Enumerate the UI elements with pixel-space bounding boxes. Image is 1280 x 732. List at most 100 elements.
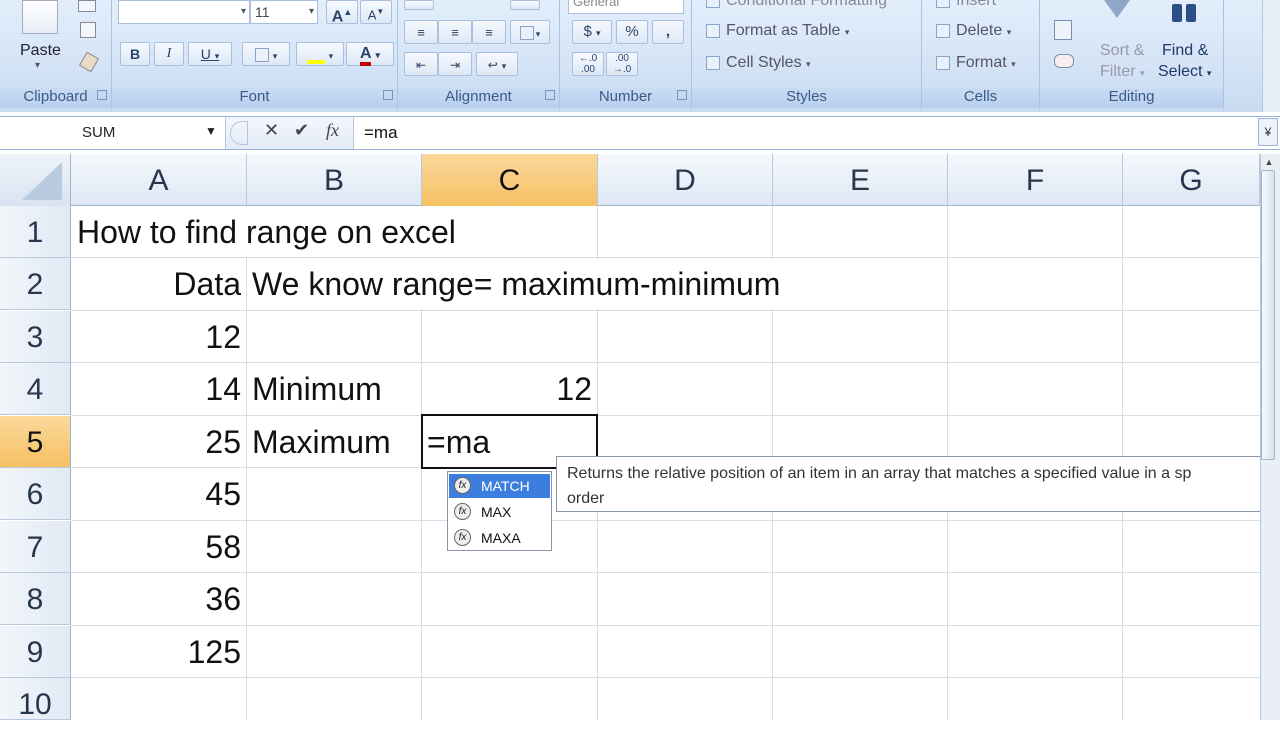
align-left-button[interactable]: ≡: [404, 20, 438, 44]
cell-b4[interactable]: Minimum: [252, 363, 382, 415]
merge-icon: [519, 26, 534, 41]
wrap-text-button[interactable]: ↩ ▾: [476, 52, 518, 76]
cancel-icon[interactable]: ✕: [264, 120, 279, 141]
grow-font-button[interactable]: A▲: [326, 0, 358, 25]
cell-c4[interactable]: 12: [422, 363, 592, 415]
cell-a4[interactable]: 14: [71, 363, 241, 415]
autocomplete-item-max[interactable]: fx MAX: [449, 500, 550, 524]
cell-a9[interactable]: 125: [71, 626, 241, 678]
autocomplete-label: MAX: [481, 504, 512, 520]
table-icon: [706, 23, 720, 38]
align-top-button[interactable]: [404, 0, 434, 10]
column-header-a[interactable]: A: [71, 154, 247, 206]
alignment-launcher-icon[interactable]: [545, 90, 555, 100]
paste-icon[interactable]: [22, 0, 58, 34]
find-select-button-line2[interactable]: Select ▾: [1158, 63, 1211, 81]
decrease-decimal-button[interactable]: .00 →.0: [606, 52, 638, 76]
copy-icon[interactable]: [80, 22, 96, 38]
italic-button[interactable]: I: [154, 42, 184, 66]
format-as-table-button[interactable]: Format as Table ▾: [706, 22, 849, 40]
column-header-b[interactable]: B: [247, 154, 422, 206]
formula-input[interactable]: =ma: [364, 123, 398, 143]
find-select-button[interactable]: Find &: [1162, 42, 1208, 60]
column-header-f[interactable]: F: [948, 154, 1123, 206]
borders-icon: [254, 48, 269, 63]
cell-a3[interactable]: 12: [71, 311, 241, 363]
row-header-2[interactable]: 2: [0, 258, 71, 310]
row-header-3[interactable]: 3: [0, 311, 71, 363]
fill-color-button[interactable]: ▾: [296, 42, 344, 66]
align-right-button[interactable]: ≡: [472, 20, 506, 44]
gridline: [71, 310, 1260, 311]
cell-b5[interactable]: Maximum: [252, 416, 391, 468]
delete-button[interactable]: Delete ▾: [936, 22, 1011, 40]
cell-styles-button[interactable]: Cell Styles ▾: [706, 54, 811, 72]
column-header-g[interactable]: G: [1123, 154, 1260, 206]
borders-button[interactable]: ▾: [242, 42, 290, 66]
number-format-combo[interactable]: General: [568, 0, 684, 14]
insert-button[interactable]: Insert: [936, 0, 996, 10]
number-launcher-icon[interactable]: [677, 90, 687, 100]
function-tooltip: Returns the relative position of an item…: [556, 456, 1280, 512]
scroll-up-icon[interactable]: ▲: [1262, 157, 1276, 169]
cell-a5[interactable]: 25: [71, 416, 241, 468]
column-header-d[interactable]: D: [598, 154, 773, 206]
expand-formula-bar-icon[interactable]: ¥: [1258, 118, 1278, 146]
row-header-5[interactable]: 5: [0, 416, 71, 468]
font-launcher-icon[interactable]: [383, 90, 393, 100]
merge-center-button[interactable]: ▾: [510, 20, 550, 44]
shrink-font-button[interactable]: A▼: [360, 0, 392, 24]
currency-button[interactable]: $ ▾: [572, 20, 612, 44]
autocomplete-item-maxa[interactable]: fx MAXA: [449, 526, 550, 550]
font-name-combo[interactable]: ▾: [118, 0, 250, 24]
row-header-1[interactable]: 1: [0, 206, 71, 258]
cell-a8[interactable]: 36: [71, 573, 241, 625]
sort-filter-button[interactable]: Sort &: [1100, 42, 1144, 60]
formula-bar-handle[interactable]: [230, 121, 248, 145]
percent-button[interactable]: %: [616, 20, 648, 44]
align-center-icon: ≡: [451, 25, 459, 40]
comma-button[interactable]: ,: [652, 20, 684, 44]
enter-icon[interactable]: ✔: [294, 120, 309, 141]
cell-a1[interactable]: How to find range on excel: [77, 206, 456, 258]
font-size-combo[interactable]: 11 ▾: [250, 0, 318, 24]
chevron-down-icon[interactable]: ▼: [205, 124, 217, 138]
insert-function-icon[interactable]: fx: [326, 120, 339, 141]
clipboard-launcher-icon[interactable]: [97, 90, 107, 100]
column-header-e[interactable]: E: [773, 154, 948, 206]
paste-button[interactable]: Paste: [20, 42, 61, 60]
orientation-button[interactable]: [510, 0, 540, 10]
ribbon-scroll[interactable]: [1262, 0, 1280, 112]
clear-eraser-icon[interactable]: [1054, 54, 1074, 68]
row-header-4[interactable]: 4: [0, 363, 71, 415]
bold-button[interactable]: B: [120, 42, 150, 66]
font-color-button[interactable]: A ▾: [346, 42, 394, 66]
cell-c5-editor[interactable]: =ma: [427, 416, 490, 468]
cut-icon[interactable]: [78, 0, 96, 12]
cell-b2[interactable]: We know range= maximum-minimum: [252, 258, 780, 310]
row-header-6[interactable]: 6: [0, 468, 71, 520]
conditional-formatting-button[interactable]: Conditional Formatting: [706, 0, 887, 10]
row-header-8[interactable]: 8: [0, 573, 71, 625]
column-header-c[interactable]: C: [422, 154, 598, 206]
scrollbar-thumb[interactable]: [1261, 170, 1275, 460]
sort-filter-button-line2[interactable]: Filter ▾: [1100, 63, 1145, 81]
format-button[interactable]: Format ▾: [936, 54, 1016, 72]
increase-indent-button[interactable]: ⇥: [438, 52, 472, 76]
editing-group: Sort & Filter ▾ Find & Select ▾ Editing: [1040, 0, 1224, 110]
cell-a6[interactable]: 45: [71, 468, 241, 520]
underline-button[interactable]: U ▾: [188, 42, 232, 66]
row-header-7[interactable]: 7: [0, 521, 71, 573]
autocomplete-item-match[interactable]: fx MATCH: [449, 474, 550, 498]
cell-a7[interactable]: 58: [71, 521, 241, 573]
paste-dropdown-icon[interactable]: ▾: [35, 60, 40, 71]
align-center-button[interactable]: ≡: [438, 20, 472, 44]
format-painter-icon[interactable]: [78, 51, 100, 73]
row-header-9[interactable]: 9: [0, 626, 71, 678]
decrease-indent-button[interactable]: ⇤: [404, 52, 438, 76]
currency-label: $: [583, 23, 592, 40]
row-header-10[interactable]: 10: [0, 678, 71, 721]
fill-icon[interactable]: [1054, 20, 1072, 40]
increase-decimal-button[interactable]: ←.0.00: [572, 52, 604, 76]
cell-a2[interactable]: Data: [71, 258, 241, 310]
